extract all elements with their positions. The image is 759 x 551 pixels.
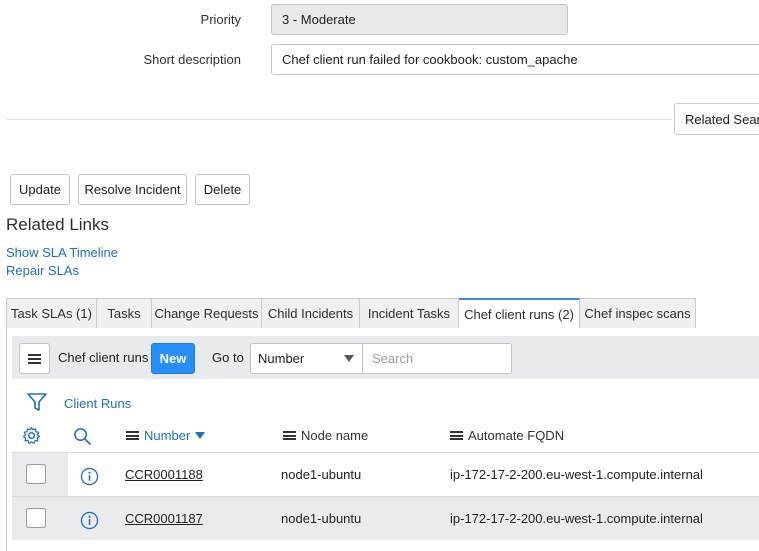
record-number-link[interactable]: CCR0001188 [125, 467, 203, 482]
column-header-fqdn[interactable]: Automate FQDN [450, 428, 564, 443]
row-select-cell [12, 497, 68, 540]
delete-button[interactable]: Delete [195, 174, 250, 205]
column-header-number[interactable]: Number [126, 428, 206, 443]
related-links-title: Related Links [6, 215, 110, 234]
tab-task-slas[interactable]: Task SLAs (1) [6, 298, 97, 329]
column-header-node-name-label: Node name [301, 428, 369, 443]
column-header-number-label: Number [144, 428, 191, 443]
update-button[interactable]: Update [10, 174, 70, 205]
hamburger-icon [28, 353, 41, 364]
tab-change-requests[interactable]: Change Requests [152, 298, 262, 329]
priority-field: 3 - Moderate [271, 4, 568, 35]
priority-label: Priority [200, 12, 241, 27]
column-header-fqdn-label: Automate FQDN [468, 428, 565, 443]
show-sla-timeline-link[interactable]: Show SLA Timeline [6, 245, 118, 260]
table-row: CCR0001187 node1-ubuntu ip-172-17-2-200.… [12, 496, 759, 540]
tab-child-incidents[interactable]: Child Incidents [262, 298, 360, 329]
node-name-cell: node1-ubuntu [281, 467, 362, 482]
new-button[interactable]: New [151, 343, 195, 374]
tab-incident-tasks[interactable]: Incident Tasks [360, 298, 459, 329]
search-icon[interactable] [73, 427, 92, 446]
info-icon[interactable] [80, 511, 99, 530]
search-input[interactable] [362, 343, 512, 374]
column-header-node-name[interactable]: Node name [283, 428, 368, 443]
goto-label: Go to [212, 350, 244, 365]
row-select-cell [12, 453, 68, 496]
form-divider [6, 119, 672, 120]
breadcrumb[interactable]: Client Runs [64, 396, 131, 411]
column-menu-icon[interactable] [283, 431, 296, 440]
goto-field-value: Number [258, 351, 305, 366]
fqdn-cell: ip-172-17-2-200.eu-west-1.compute.intern… [450, 467, 703, 482]
fqdn-cell: ip-172-17-2-200.eu-west-1.compute.intern… [450, 511, 703, 526]
info-icon[interactable] [80, 467, 99, 486]
chevron-down-icon [344, 355, 354, 362]
column-menu-icon[interactable] [450, 431, 463, 440]
goto-field-select[interactable]: Number [250, 343, 363, 374]
record-number-link[interactable]: CCR0001187 [125, 511, 203, 526]
tab-tasks[interactable]: Tasks [97, 298, 152, 329]
tab-chef-inspec-scans[interactable]: Chef inspec scans [580, 298, 696, 329]
tab-chef-client-runs[interactable]: Chef client runs (2) [459, 298, 580, 329]
related-lists-tabs: Task SLAs (1) Tasks Change Requests Chil… [6, 298, 696, 329]
short-description-label: Short description [143, 52, 241, 67]
resolve-incident-button[interactable]: Resolve Incident [78, 174, 187, 205]
table-row: CCR0001188 node1-ubuntu ip-172-17-2-200.… [12, 452, 759, 496]
row-checkbox[interactable] [26, 508, 46, 528]
sort-descending-icon [195, 432, 206, 439]
gear-icon[interactable] [22, 426, 41, 445]
list-menu-button[interactable] [19, 343, 50, 374]
related-search-button[interactable]: Related Search [674, 103, 759, 135]
list-title: Chef client runs [58, 350, 149, 365]
column-menu-icon[interactable] [126, 431, 139, 440]
repair-slas-link[interactable]: Repair SLAs [6, 263, 79, 278]
filter-icon[interactable] [26, 391, 48, 413]
node-name-cell: node1-ubuntu [281, 511, 362, 526]
row-checkbox[interactable] [26, 464, 46, 484]
short-description-field[interactable]: Chef client run failed for cookbook: cus… [271, 44, 759, 75]
